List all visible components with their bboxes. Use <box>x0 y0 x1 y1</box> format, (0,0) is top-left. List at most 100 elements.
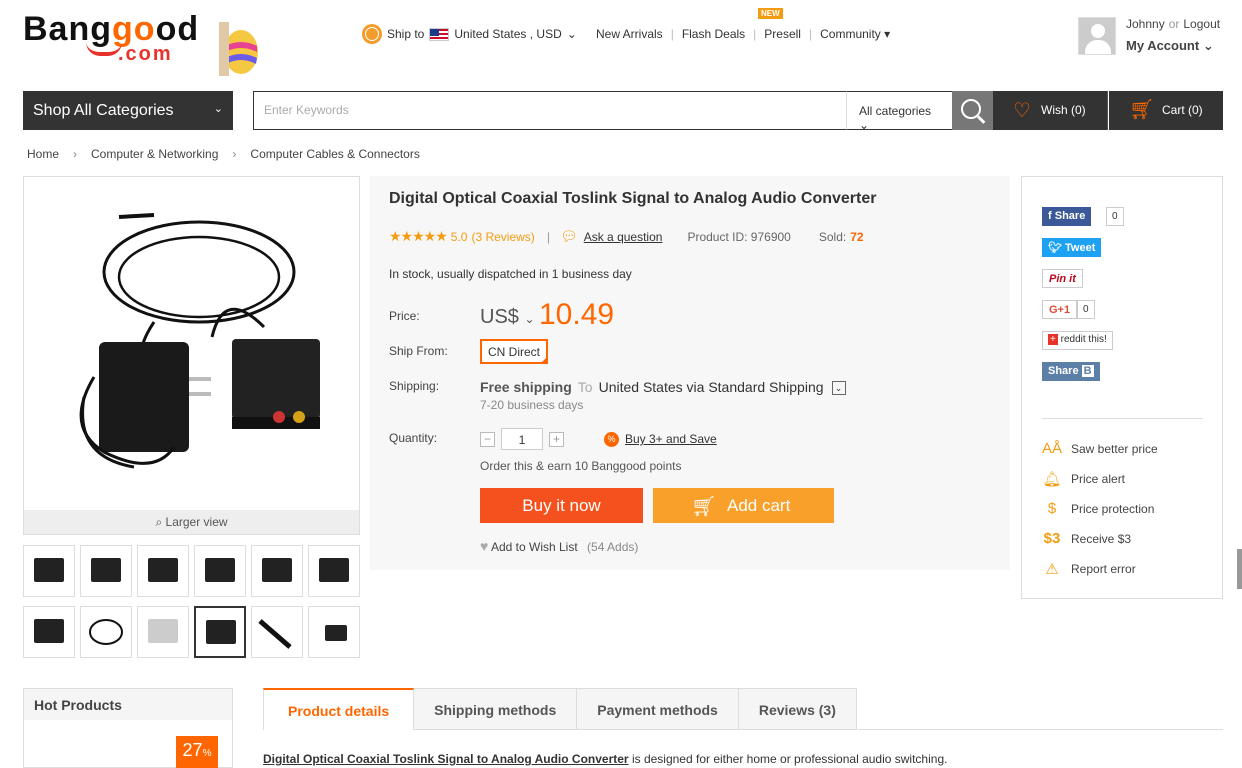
report-error-link[interactable]: ⚠ Report error <box>1042 560 1135 578</box>
shipping-info: Free shipping To United States via Standar… <box>480 379 846 396</box>
new-badge: NEW <box>758 8 783 19</box>
thumbnail-image <box>325 625 347 641</box>
tab-product-details[interactable]: Product details <box>263 688 415 730</box>
discount-value: 27 <box>182 740 203 760</box>
nav-new-arrivals[interactable]: New Arrivals <box>596 27 663 41</box>
search-button[interactable] <box>952 91 993 130</box>
rating-value: 5.0 <box>450 229 468 244</box>
thumbnail-image <box>34 558 64 582</box>
price-protection-link[interactable]: $ Price protection <box>1042 500 1155 517</box>
saw-better-price-label: Saw better price <box>1071 441 1158 456</box>
tab-shipping-methods[interactable]: Shipping methods <box>414 688 578 730</box>
thumbnail-image <box>34 619 64 643</box>
free-shipping: Free shipping <box>480 379 572 395</box>
thumbnail-image <box>258 619 292 649</box>
main-product-image[interactable]: ⌕ Larger view <box>23 176 360 535</box>
search-placeholder: Enter Keywords <box>264 103 349 117</box>
shipping-label: Shipping: <box>389 379 440 393</box>
quantity-stepper: − 1 + % Buy 3+ and Save <box>480 428 717 450</box>
cart-icon: 🛒︎ <box>1129 99 1155 121</box>
thumbnail[interactable] <box>80 545 132 597</box>
larger-view-button[interactable]: ⌕ Larger view <box>24 510 359 534</box>
ask-question-link[interactable]: Ask a question <box>584 230 663 244</box>
shipping-destination[interactable]: United States via Standard Shipping <box>599 379 824 395</box>
thumbnail[interactable] <box>80 606 132 658</box>
increment-button[interactable]: + <box>549 431 564 447</box>
tweet-button[interactable]: 🐦︎ Tweet <box>1042 238 1102 257</box>
cart-icon: 🛒︎ <box>691 496 717 518</box>
reviews-link[interactable]: (3 Reviews) <box>471 230 534 244</box>
my-account-menu[interactable]: My Account ⌄ <box>1126 38 1214 54</box>
thumbnail[interactable] <box>137 545 189 597</box>
thumbnail[interactable] <box>251 545 303 597</box>
nav-presell[interactable]: Presell <box>764 27 801 41</box>
nav-flash-deals[interactable]: Flash Deals <box>682 27 745 41</box>
receive-3-link[interactable]: $3 Receive $3 <box>1042 530 1131 547</box>
ship-from-option[interactable]: CN Direct <box>480 339 548 364</box>
vk-share-button[interactable]: Share B <box>1042 362 1100 381</box>
decrement-button[interactable]: − <box>480 431 495 447</box>
ship-to-selector[interactable]: Ship to United States , USD ⌄ <box>362 24 577 44</box>
thumbnail[interactable] <box>194 545 246 597</box>
cart-label: Cart (0) <box>1162 103 1203 117</box>
chevron-down-icon: ⌄ <box>524 312 535 326</box>
scrollbar-handle[interactable] <box>1237 549 1242 589</box>
nav-community[interactable]: Community ▾ <box>820 27 890 41</box>
product-info-panel: Digital Optical Coaxial Toslink Signal t… <box>370 176 1010 570</box>
vk-icon: B <box>1081 365 1094 377</box>
reddit-icon: + <box>1048 334 1058 345</box>
tab-payment-methods[interactable]: Payment methods <box>577 688 739 730</box>
thumbnail[interactable] <box>23 606 75 658</box>
buy3-save-link[interactable]: Buy 3+ and Save <box>625 432 717 446</box>
thumbnail[interactable] <box>23 545 75 597</box>
pinit-button[interactable]: Pin it <box>1042 269 1083 288</box>
easter-egg-icon <box>219 22 258 76</box>
wish-button[interactable]: ♡ Wish (0) <box>993 91 1108 130</box>
reddit-button[interactable]: + reddit this! <box>1042 331 1113 350</box>
thumbnail[interactable] <box>251 606 303 658</box>
tab-reviews[interactable]: Reviews (3) <box>738 688 857 730</box>
category-select[interactable]: All categories ⌄ <box>846 91 952 132</box>
thumbnail[interactable] <box>137 606 189 658</box>
breadcrumb-subcategory[interactable]: Computer Cables & Connectors <box>250 147 419 161</box>
ship-region: United States , USD <box>454 27 562 41</box>
chevron-down-icon: ⌄ <box>859 118 870 132</box>
avatar[interactable] <box>1078 17 1116 55</box>
facebook-share-button[interactable]: f Share <box>1042 207 1092 226</box>
gplus-button[interactable]: G+1 <box>1042 300 1078 319</box>
buy-now-button[interactable]: Buy it now <box>480 488 643 523</box>
user-line: Johnny or Logout <box>1126 17 1220 31</box>
price-alert-link[interactable]: 🔔︎ Price alert <box>1042 470 1125 488</box>
heart-icon: ♡ <box>1013 100 1031 122</box>
logout-link[interactable]: Logout <box>1183 17 1220 31</box>
breadcrumb-category[interactable]: Computer & Networking <box>91 147 218 161</box>
shipping-dropdown-icon[interactable]: ⌄ <box>831 381 846 396</box>
thumbnail[interactable] <box>308 606 360 658</box>
category-select-value: All categories <box>859 104 932 118</box>
quantity-input[interactable]: 1 <box>501 428 543 450</box>
gplus-count: 0 <box>1077 300 1095 319</box>
user-name[interactable]: Johnny <box>1126 17 1165 31</box>
ship-to-label: Ship to <box>387 27 425 41</box>
shop-all-categories[interactable]: Shop All Categories ⌄ <box>23 91 233 130</box>
price-alert-label: Price alert <box>1071 472 1126 486</box>
product-title: Digital Optical Coaxial Toslink Signal t… <box>389 190 877 207</box>
heart-icon: ♥ <box>480 538 489 554</box>
currency-selector[interactable]: US$ ⌄ <box>480 306 535 329</box>
facebook-count: 0 <box>1106 207 1124 226</box>
chevron-down-icon: ⌄ <box>213 103 223 115</box>
add-cart-button[interactable]: 🛒︎ Add cart <box>653 488 834 523</box>
search-input[interactable]: Enter Keywords <box>253 91 846 130</box>
bell-icon: 🔔︎ <box>1042 471 1062 488</box>
thumbnail-selected[interactable] <box>194 606 246 658</box>
breadcrumb-home[interactable]: Home <box>27 147 59 161</box>
cart-button[interactable]: 🛒︎ Cart (0) <box>1109 91 1223 130</box>
thumbnail-image <box>262 558 292 582</box>
product-id: Product ID: 976900 <box>687 229 791 244</box>
thumbnail[interactable] <box>308 545 360 597</box>
chevron-down-icon: ⌄ <box>566 27 577 41</box>
chevron-right-icon: › <box>73 147 78 161</box>
add-to-wishlist[interactable]: ♥ Add to Wish List (54 Adds) <box>480 538 638 554</box>
saw-better-price-link[interactable]: AÅ Saw better price <box>1042 440 1158 457</box>
zoom-icon: ⌕ <box>155 515 163 529</box>
